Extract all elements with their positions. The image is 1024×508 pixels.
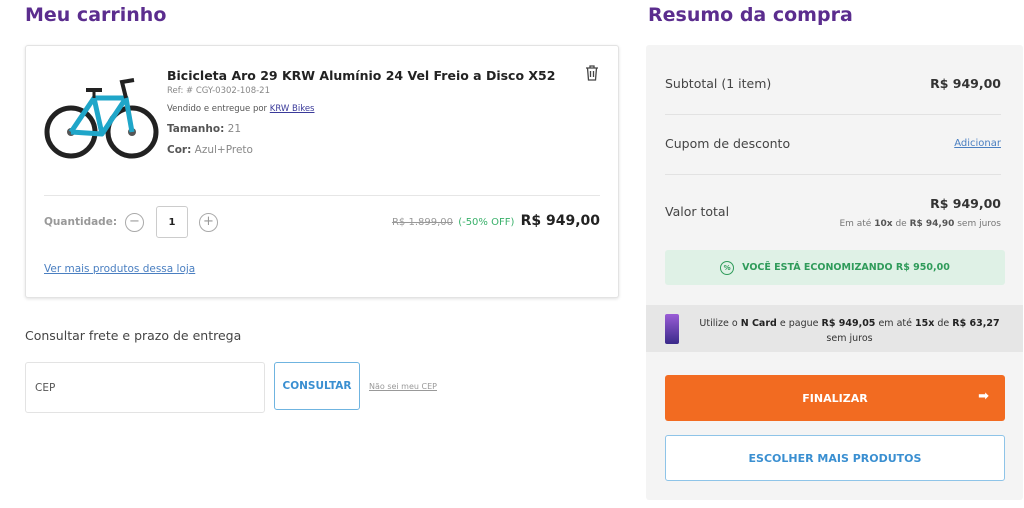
product-seller: Vendido e entregue por KRW Bikes xyxy=(167,104,314,114)
quantity-input[interactable] xyxy=(156,206,188,238)
product-price: R$ 949,00 xyxy=(520,213,600,229)
subtotal-value: R$ 949,00 xyxy=(930,76,1001,91)
percent-icon: % xyxy=(720,260,735,275)
finalize-label: FINALIZAR xyxy=(802,391,868,405)
size-label: Tamanho: xyxy=(167,123,225,135)
ncard-text: Utilize o N Card e pague R$ 949,05 em at… xyxy=(699,318,1000,344)
quantity-increase-button[interactable]: + xyxy=(199,213,218,232)
discount-badge: (-50% OFF) xyxy=(458,217,515,228)
consult-button[interactable]: CONSULTAR xyxy=(274,362,360,410)
quantity-label: Quantidade: xyxy=(44,216,118,228)
trash-icon[interactable] xyxy=(584,64,600,82)
seller-prefix: Vendido e entregue por xyxy=(167,104,268,114)
size-value: 21 xyxy=(227,123,242,135)
total-label: Valor total xyxy=(665,204,730,219)
quantity-decrease-button[interactable]: − xyxy=(125,213,144,232)
color-value: Azul+Preto xyxy=(194,144,253,156)
choose-more-products-button[interactable]: ESCOLHER MAIS PRODUTOS xyxy=(665,435,1005,481)
subtotal-label: Subtotal (1 item) xyxy=(665,76,772,91)
no-cep-link[interactable]: Não sei meu CEP xyxy=(369,382,437,391)
divider xyxy=(665,114,1001,115)
product-name[interactable]: Bicicleta Aro 29 KRW Alumínio 24 Vel Fre… xyxy=(167,68,555,83)
product-color: Cor: Azul+Preto xyxy=(167,144,253,156)
old-price: R$ 1.899,00 xyxy=(391,217,453,228)
savings-text: VOCÊ ESTÁ ECONOMIZANDO R$ 950,00 xyxy=(742,262,950,273)
divider xyxy=(665,174,1001,175)
ncard-offer: Utilize o N Card e pague R$ 949,05 em at… xyxy=(646,305,1023,352)
color-label: Cor: xyxy=(167,144,192,156)
product-ref: Ref: # CGY-0302-108-21 xyxy=(167,86,270,96)
product-card: Bicicleta Aro 29 KRW Alumínio 24 Vel Fre… xyxy=(25,45,619,298)
cep-input[interactable] xyxy=(25,362,265,413)
price-row: R$ 1.899,00 (-50% OFF) R$ 949,00 xyxy=(392,213,600,229)
summary-title: Resumo da compra xyxy=(648,4,853,26)
coupon-label: Cupom de desconto xyxy=(665,136,791,151)
finalize-button[interactable]: FINALIZAR ➡ xyxy=(665,375,1005,421)
arrow-right-icon: ➡ xyxy=(978,389,989,404)
seller-link[interactable]: KRW Bikes xyxy=(270,104,315,114)
product-size: Tamanho: 21 xyxy=(167,123,241,135)
savings-banner: % VOCÊ ESTÁ ECONOMIZANDO R$ 950,00 xyxy=(665,250,1005,285)
more-products-link[interactable]: Ver mais produtos dessa loja xyxy=(44,263,195,275)
shipping-title: Consultar frete e prazo de entrega xyxy=(25,328,242,343)
product-image[interactable] xyxy=(44,68,159,168)
divider xyxy=(44,195,600,196)
credit-card-icon xyxy=(665,314,679,344)
add-coupon-link[interactable]: Adicionar xyxy=(954,138,1001,149)
total-value: R$ 949,00 xyxy=(930,196,1001,211)
cart-title: Meu carrinho xyxy=(25,4,167,26)
installments: Em até 10x de R$ 94,90 sem juros xyxy=(839,219,1001,229)
order-summary: Subtotal (1 item) R$ 949,00 Cupom de des… xyxy=(646,45,1023,500)
